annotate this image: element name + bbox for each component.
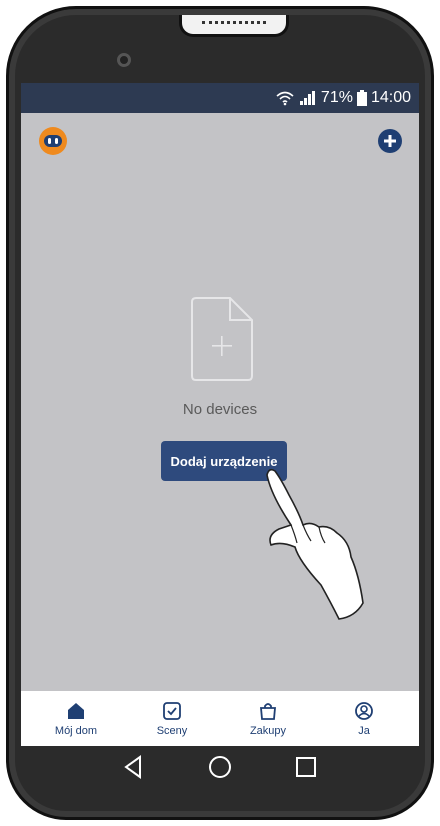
signal-icon bbox=[299, 91, 315, 105]
empty-document-icon bbox=[191, 297, 253, 381]
bottom-tab-bar: Mój dom Sceny Zakupy Ja bbox=[21, 691, 419, 746]
tab-shopping-label: Zakupy bbox=[249, 724, 287, 737]
clock: 14:00 bbox=[370, 89, 411, 106]
add-button[interactable] bbox=[378, 129, 402, 153]
speaker-grille bbox=[202, 21, 266, 25]
app-screen: 71% 14:00 No devices Dodaj urządzenie Mó… bbox=[21, 83, 419, 746]
empty-state-text: No devices bbox=[182, 401, 258, 418]
recents-icon[interactable] bbox=[292, 753, 320, 781]
home-circle-icon[interactable] bbox=[206, 753, 234, 781]
system-nav-bar bbox=[21, 746, 419, 788]
app-bar bbox=[21, 113, 419, 165]
tab-scenes-label: Sceny bbox=[156, 724, 188, 737]
robot-face-icon bbox=[44, 135, 62, 147]
back-icon[interactable] bbox=[120, 753, 148, 781]
battery-icon bbox=[356, 90, 367, 106]
front-camera bbox=[117, 53, 131, 67]
wifi-icon bbox=[276, 91, 294, 106]
user-circle-icon bbox=[355, 701, 373, 720]
shopping-bag-icon bbox=[260, 702, 276, 720]
checkbox-icon bbox=[163, 701, 181, 720]
pointing-hand-icon bbox=[266, 468, 364, 620]
tab-me-label: Ja bbox=[358, 724, 370, 737]
status-bar: 71% 14:00 bbox=[21, 83, 419, 113]
tab-shopping[interactable]: Zakupy bbox=[233, 691, 303, 746]
tab-me[interactable]: Ja bbox=[329, 691, 399, 746]
tab-scenes[interactable]: Sceny bbox=[137, 691, 207, 746]
plus-icon bbox=[384, 135, 396, 147]
tab-home-label: Mój dom bbox=[54, 724, 98, 737]
avatar[interactable] bbox=[39, 127, 67, 155]
tab-home[interactable]: Mój dom bbox=[41, 691, 111, 746]
battery-percent: 71% bbox=[320, 89, 353, 106]
speaker bbox=[179, 15, 289, 37]
home-icon bbox=[68, 702, 84, 719]
